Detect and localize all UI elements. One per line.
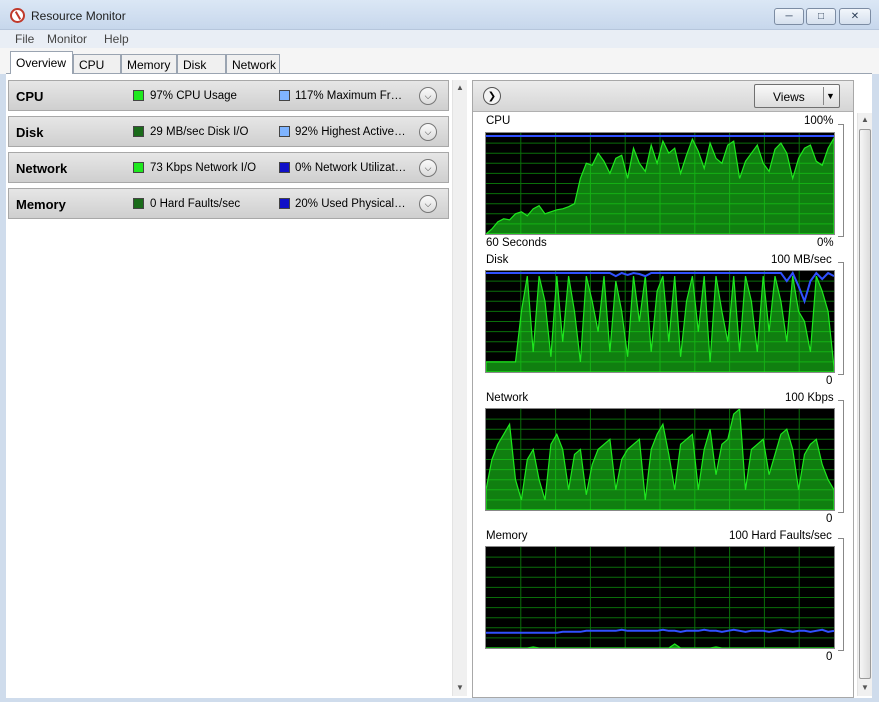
views-dropdown[interactable]: Views ▼	[754, 84, 840, 108]
chevron-down-icon: ⌵	[424, 198, 432, 209]
memory-graph-max: 100 Hard Faults/sec	[729, 530, 832, 542]
tab-disk[interactable]: Disk	[177, 54, 226, 73]
series-area	[486, 136, 834, 234]
scroll-up-icon[interactable]: ▲	[861, 115, 869, 124]
minimize-icon: ─	[785, 10, 793, 22]
section-title: Network	[16, 161, 68, 176]
tab-strip: Overview CPU Memory Disk Network	[0, 48, 879, 74]
views-label: Views	[773, 90, 805, 104]
cpu-usage-metric: 97% CPU Usage	[150, 90, 237, 102]
maximize-icon: □	[817, 10, 825, 22]
menu-monitor[interactable]: Monitor	[47, 32, 87, 46]
dropdown-arrow-icon: ▼	[826, 91, 835, 101]
expand-memory-button[interactable]: ⌵	[419, 195, 437, 213]
menu-file[interactable]: File	[15, 32, 34, 46]
max-frequency-metric: 117% Maximum Frequency	[295, 90, 407, 102]
series-area	[486, 275, 834, 372]
network-graph-min: 0	[826, 513, 833, 525]
legend-swatch	[133, 126, 144, 137]
graph-scale-bracket	[838, 124, 844, 237]
disk-graph-label: Disk	[486, 254, 509, 266]
chevron-down-icon: ⌵	[424, 162, 432, 173]
menu-help[interactable]: Help	[104, 32, 129, 46]
disk-graph-min: 0	[826, 375, 833, 387]
memory-graph	[485, 546, 835, 649]
section-title: Memory	[16, 197, 66, 212]
cpu-graph-min: 0%	[817, 237, 834, 249]
network-graph-label: Network	[486, 392, 529, 404]
legend-swatch	[279, 198, 290, 209]
overview-sections-pane: CPU 97% CPU Usage 117% Maximum Frequency…	[8, 80, 466, 696]
section-title: Disk	[16, 125, 44, 140]
disk-graph-max: 100 MB/sec	[771, 254, 832, 266]
legend-swatch	[279, 162, 290, 173]
resource-monitor-icon	[10, 8, 25, 23]
chevron-down-icon: ⌵	[424, 126, 432, 137]
graphs-toolbar: ❯ Views ▼	[473, 81, 853, 112]
window-title: Resource Monitor	[31, 9, 126, 23]
minimize-button[interactable]: ─	[774, 8, 804, 25]
hard-faults-metric: 0 Hard Faults/sec	[150, 198, 241, 210]
legend-swatch	[133, 90, 144, 101]
legend-swatch	[133, 162, 144, 173]
tab-cpu[interactable]: CPU	[73, 54, 121, 73]
graph-scale-bracket	[838, 262, 844, 375]
left-pane-scrollbar[interactable]: ▲ ▼	[452, 80, 467, 696]
scroll-up-icon[interactable]: ▲	[456, 83, 464, 92]
used-physical-memory-metric: 20% Used Physical Memory	[295, 198, 407, 210]
cpu-graph-max: 100%	[804, 115, 834, 127]
expand-cpu-button[interactable]: ⌵	[419, 87, 437, 105]
memory-graph-min: 0	[826, 651, 833, 663]
chevron-right-icon: ❯	[487, 90, 497, 102]
network-io-metric: 73 Kbps Network I/O	[150, 162, 257, 174]
tab-memory[interactable]: Memory	[121, 54, 177, 73]
scroll-down-icon[interactable]: ▼	[456, 683, 464, 692]
graphs-scrollbar[interactable]: ▲ ▼	[857, 113, 872, 696]
menu-bar: File Monitor Help	[0, 30, 879, 48]
network-utilization-metric: 0% Network Utilization	[295, 162, 407, 174]
tab-network[interactable]: Network	[226, 54, 280, 73]
graph-scale-bracket	[838, 400, 844, 513]
section-disk[interactable]: Disk 29 MB/sec Disk I/O 92% Highest Acti…	[8, 116, 449, 147]
expand-disk-button[interactable]: ⌵	[419, 123, 437, 141]
network-graph-max: 100 Kbps	[785, 392, 834, 404]
legend-swatch	[279, 126, 290, 137]
section-title: CPU	[16, 89, 44, 104]
graph-scale-bracket	[838, 538, 844, 651]
cpu-graph-time: 60 Seconds	[486, 237, 547, 249]
expand-network-button[interactable]: ⌵	[419, 159, 437, 177]
close-icon: ✕	[850, 10, 860, 22]
close-button[interactable]: ✕	[839, 8, 871, 25]
section-network[interactable]: Network 73 Kbps Network I/O 0% Network U…	[8, 152, 449, 183]
active-time-metric: 92% Highest Active Time	[295, 126, 407, 138]
disk-io-metric: 29 MB/sec Disk I/O	[150, 126, 249, 138]
title-bar: Resource Monitor ─ □ ✕	[0, 0, 879, 30]
network-graph	[485, 408, 835, 511]
scroll-down-icon[interactable]: ▼	[861, 683, 869, 692]
section-cpu[interactable]: CPU 97% CPU Usage 117% Maximum Frequency…	[8, 80, 449, 111]
chevron-down-icon: ⌵	[424, 90, 432, 101]
cpu-graph-label: CPU	[486, 115, 511, 127]
collapse-pane-button[interactable]: ❯	[483, 87, 501, 105]
disk-graph	[485, 270, 835, 373]
legend-swatch	[133, 198, 144, 209]
tab-overview[interactable]: Overview	[10, 51, 73, 74]
memory-graph-label: Memory	[486, 530, 528, 542]
scrollbar-thumb[interactable]	[859, 129, 871, 679]
views-divider	[823, 87, 824, 105]
legend-swatch	[279, 90, 290, 101]
maximize-button[interactable]: □	[806, 8, 836, 25]
section-memory[interactable]: Memory 0 Hard Faults/sec 20% Used Physic…	[8, 188, 449, 219]
cpu-graph	[485, 132, 835, 235]
